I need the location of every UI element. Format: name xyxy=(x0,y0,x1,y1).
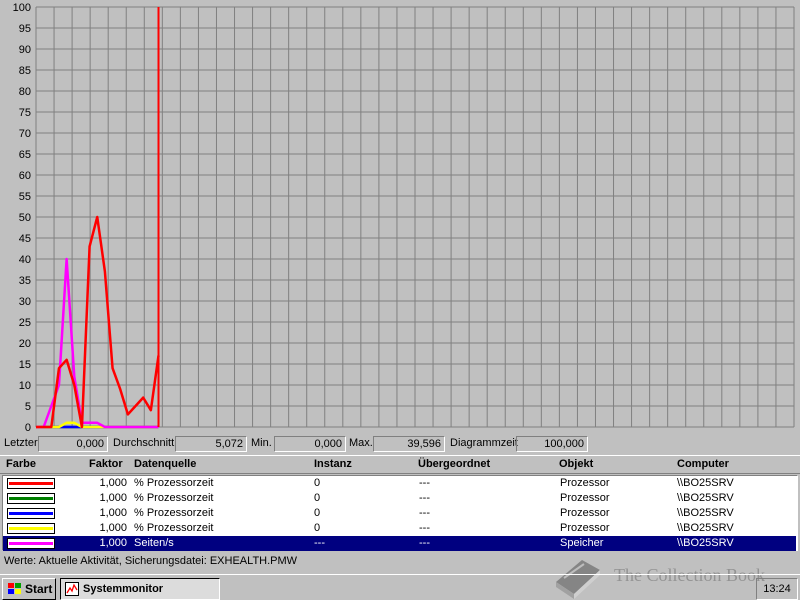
legend-instance: 0 xyxy=(314,492,321,504)
y-tick-label: 80 xyxy=(19,86,31,98)
y-tick-label: 60 xyxy=(19,170,31,182)
legend-instance: 0 xyxy=(314,477,321,489)
legend-row[interactable]: 1,000 % Prozessorzeit 0 --- Prozessor \\BO25S… xyxy=(3,476,796,491)
y-tick-label: 40 xyxy=(19,254,31,266)
legend-parent: --- xyxy=(419,522,430,534)
legend-object: Speicher xyxy=(560,537,604,549)
legend-factor: 1,000 xyxy=(99,477,127,489)
legend-computer: \\BO25SRV xyxy=(677,507,734,519)
color-swatch xyxy=(7,523,55,534)
header-instance[interactable]: Instanz xyxy=(314,458,352,470)
header-factor[interactable]: Faktor xyxy=(89,458,123,470)
clock[interactable]: 13:24 xyxy=(757,583,797,595)
legend-source: % Prozessorzeit xyxy=(134,492,214,504)
legend-computer: \\BO25SRV xyxy=(677,477,734,489)
legend-instance: --- xyxy=(314,537,325,549)
legend-source: % Prozessorzeit xyxy=(134,507,214,519)
legend-computer: \\BO25SRV xyxy=(677,522,734,534)
legend-computer: \\BO25SRV xyxy=(677,492,734,504)
color-swatch xyxy=(7,478,55,489)
header-source[interactable]: Datenquelle xyxy=(134,458,196,470)
max-label: Max. xyxy=(349,437,373,449)
max-value: 39,596 xyxy=(373,436,445,452)
y-tick-label: 15 xyxy=(19,359,31,371)
y-tick-label: 35 xyxy=(19,275,31,287)
header-object[interactable]: Objekt xyxy=(559,458,593,470)
legend-row[interactable]: 1,000 % Prozessorzeit 0 --- Prozessor \\BO25S… xyxy=(3,491,796,506)
legend-object: Prozessor xyxy=(560,507,610,519)
status-text: Werte: Aktuelle Aktivität, Sicherungsdat… xyxy=(4,555,298,567)
y-tick-label: 20 xyxy=(19,338,31,350)
legend-header: Farbe Faktor Datenquelle Instanz Übergeo… xyxy=(0,455,800,474)
y-tick-label: 65 xyxy=(19,149,31,161)
color-swatch-line xyxy=(9,497,53,500)
color-swatch-line xyxy=(9,512,53,515)
taskbar-button-systemmonitor[interactable]: Systemmonitor xyxy=(60,578,220,600)
legend-factor: 1,000 xyxy=(99,522,127,534)
windows-logo-icon xyxy=(8,583,21,594)
legend-source: % Prozessorzeit xyxy=(134,477,214,489)
legend-list: 1,000 % Prozessorzeit 0 --- Prozessor \\BO25S… xyxy=(2,475,798,551)
start-label: Start xyxy=(25,582,53,596)
legend-computer: \\BO25SRV xyxy=(677,537,734,549)
min-label: Min. xyxy=(251,437,272,449)
y-tick-label: 90 xyxy=(19,44,31,56)
last-label: Letzter xyxy=(4,437,38,449)
color-swatch xyxy=(7,493,55,504)
legend-instance: 0 xyxy=(314,522,321,534)
y-tick-label: 50 xyxy=(19,212,31,224)
legend-factor: 1,000 xyxy=(99,537,127,549)
legend-object: Prozessor xyxy=(560,477,610,489)
legend-source: % Prozessorzeit xyxy=(134,522,214,534)
average-label: Durchschnitt xyxy=(113,437,175,449)
color-swatch xyxy=(7,508,55,519)
y-tick-label: 45 xyxy=(19,233,31,245)
line-chart: 1009590858075706560555045403530252015105… xyxy=(13,2,795,434)
taskbar-button-label: Systemmonitor xyxy=(83,583,164,595)
value-bar: Letzter 0,000 Durchschnitt 5,072 Min. 0,… xyxy=(0,434,800,454)
legend-parent: --- xyxy=(419,477,430,489)
legend-factor: 1,000 xyxy=(99,492,127,504)
legend-instance: 0 xyxy=(314,507,321,519)
y-tick-label: 100 xyxy=(13,2,31,14)
legend-row[interactable]: 1,000 % Prozessorzeit 0 --- Prozessor \\BO25S… xyxy=(3,506,796,521)
performance-monitor-icon xyxy=(65,582,79,596)
legend-row[interactable]: 1,000 Seiten/s --- --- Speicher \\BO25SRV xyxy=(3,536,796,551)
y-tick-label: 95 xyxy=(19,23,31,35)
legend-factor: 1,000 xyxy=(99,507,127,519)
header-color[interactable]: Farbe xyxy=(6,458,36,470)
graph-time-label: Diagrammzeit xyxy=(450,437,518,449)
last-value: 0,000 xyxy=(38,436,108,452)
color-swatch xyxy=(7,538,55,549)
y-tick-label: 10 xyxy=(19,380,31,392)
color-swatch-line xyxy=(9,527,53,530)
header-computer[interactable]: Computer xyxy=(677,458,729,470)
y-tick-label: 0 xyxy=(25,422,31,434)
legend-row[interactable]: 1,000 % Prozessorzeit 0 --- Prozessor \\BO25S… xyxy=(3,521,796,536)
legend-source: Seiten/s xyxy=(134,537,174,549)
y-tick-label: 25 xyxy=(19,317,31,329)
y-tick-label: 75 xyxy=(19,107,31,119)
min-value: 0,000 xyxy=(274,436,346,452)
legend-parent: --- xyxy=(419,537,430,549)
y-tick-label: 55 xyxy=(19,191,31,203)
color-swatch-line xyxy=(9,542,53,545)
taskbar: Start Systemmonitor 13:24 xyxy=(0,574,800,600)
legend-object: Prozessor xyxy=(560,492,610,504)
chart-area: 100 95 90 85 80 75 70 65 60 55 50 45 40 35 30 25 20 15 10 5… xyxy=(0,0,800,434)
average-value: 5,072 xyxy=(175,436,247,452)
graph-time-value: 100,000 xyxy=(516,436,588,452)
legend-parent: --- xyxy=(419,492,430,504)
y-tick-label: 30 xyxy=(19,296,31,308)
legend-parent: --- xyxy=(419,507,430,519)
counter-legend: Farbe Faktor Datenquelle Instanz Übergeo… xyxy=(0,455,800,551)
color-swatch-line xyxy=(9,482,53,485)
legend-object: Prozessor xyxy=(560,522,610,534)
header-parent[interactable]: Übergeordnet xyxy=(418,458,490,470)
y-tick-label: 70 xyxy=(19,128,31,140)
start-button[interactable]: Start xyxy=(2,578,56,600)
y-tick-label: 5 xyxy=(25,401,31,413)
system-tray: 13:24 xyxy=(756,578,798,600)
y-tick-label: 85 xyxy=(19,65,31,77)
